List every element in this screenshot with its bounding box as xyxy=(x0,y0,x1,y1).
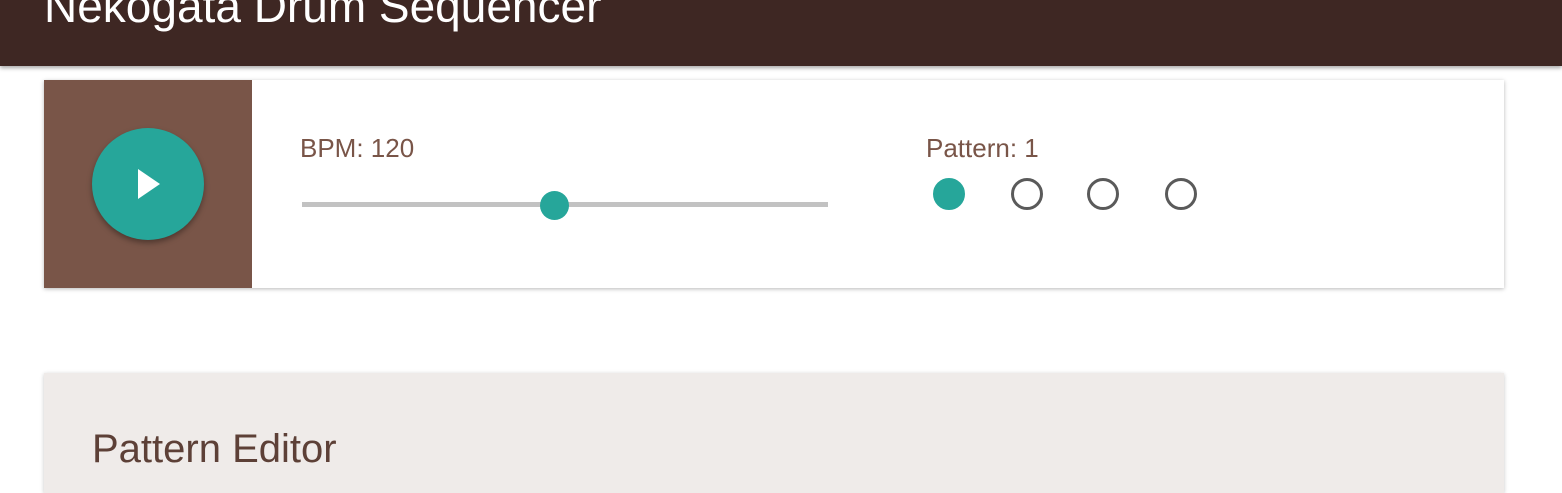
bpm-label: BPM: 120 xyxy=(300,133,415,163)
transport-card: BPM: 120 Pattern: 1 xyxy=(44,80,1504,288)
pattern-radio-3[interactable] xyxy=(1087,178,1119,210)
pattern-editor-card: Pattern Editor xyxy=(44,373,1504,493)
app-title: Nekogata Drum Sequencer xyxy=(44,0,602,32)
pattern-editor-title: Pattern Editor xyxy=(92,427,337,471)
play-panel xyxy=(44,80,252,288)
app-bar: Nekogata Drum Sequencer xyxy=(0,0,1562,66)
play-button[interactable] xyxy=(92,128,204,240)
pattern-label: Pattern: 1 xyxy=(926,133,1039,163)
pattern-radio-1[interactable] xyxy=(933,178,965,210)
play-icon xyxy=(138,169,160,199)
bpm-slider[interactable] xyxy=(302,190,828,222)
pattern-radio-2[interactable] xyxy=(1011,178,1043,210)
bpm-slider-thumb[interactable] xyxy=(540,191,570,220)
pattern-radio-4[interactable] xyxy=(1165,178,1197,210)
